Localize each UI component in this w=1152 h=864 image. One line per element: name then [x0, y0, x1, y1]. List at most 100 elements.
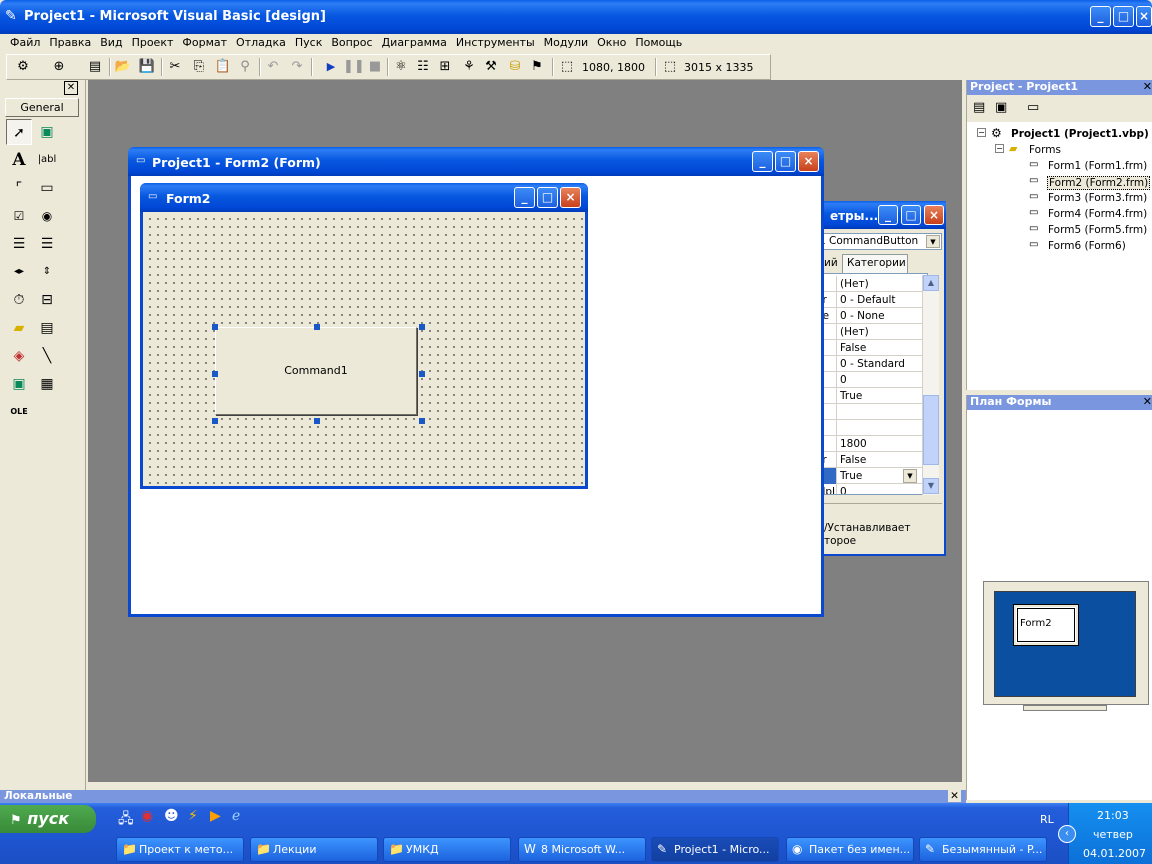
- resize-handle-s[interactable]: [314, 418, 320, 424]
- property-row[interactable]: (Нет): [815, 276, 925, 292]
- media-player-icon[interactable]: ▶: [210, 808, 221, 824]
- property-value[interactable]: False: [840, 452, 866, 468]
- toggle-folders-icon[interactable]: ▭: [1027, 100, 1039, 115]
- filelistbox-tool-icon[interactable]: ▤: [34, 315, 60, 341]
- listbox-tool-icon[interactable]: ☰: [34, 231, 60, 257]
- find-icon[interactable]: ⚲: [235, 57, 255, 77]
- property-row[interactable]: de0 - None: [815, 308, 925, 324]
- frame-tool-icon[interactable]: ⌜: [6, 175, 32, 201]
- combobox-tool-icon[interactable]: ☰: [6, 231, 32, 257]
- form2-close-button[interactable]: ×: [560, 187, 581, 208]
- cut-icon[interactable]: ✂: [165, 57, 185, 77]
- property-value[interactable]: 1800: [840, 436, 867, 452]
- redo-icon[interactable]: ↷: [287, 57, 307, 77]
- tree-form-item[interactable]: Form2 (Form2.frm): [1047, 176, 1151, 190]
- picturebox-tool-icon[interactable]: ▣: [34, 119, 60, 145]
- menu-item-11[interactable]: Окно: [597, 36, 626, 49]
- project-root[interactable]: Project1 (Project1.vbp): [1011, 128, 1149, 140]
- flash-icon[interactable]: ⚡: [188, 808, 198, 824]
- tree-form-item[interactable]: Form1 (Form1.frm): [1048, 160, 1147, 172]
- drivelistbox-tool-icon[interactable]: ⊟: [34, 287, 60, 313]
- property-row[interactable]: True: [815, 388, 925, 404]
- property-row[interactable]: (Нет): [815, 324, 925, 340]
- menu-item-8[interactable]: Диаграмма: [382, 36, 447, 49]
- property-value[interactable]: (Нет): [840, 276, 869, 292]
- menu-item-10[interactable]: Модули: [544, 36, 589, 49]
- close-button[interactable]: ×: [1136, 6, 1152, 27]
- run-icon[interactable]: ▶: [321, 57, 341, 77]
- ie-icon[interactable]: ℯ: [232, 808, 240, 824]
- property-row[interactable]: False: [815, 340, 925, 356]
- minimize-button[interactable]: _: [1090, 6, 1111, 27]
- property-row[interactable]: [815, 420, 925, 436]
- properties-maximize-button[interactable]: □: [901, 205, 921, 225]
- view-object-icon[interactable]: ▣: [995, 100, 1007, 115]
- form-layout-icon[interactable]: ⊞: [435, 57, 455, 77]
- resize-handle-w[interactable]: [212, 371, 218, 377]
- menu-item-1[interactable]: Правка: [49, 36, 91, 49]
- property-value[interactable]: 0: [840, 372, 847, 388]
- resize-handle-se[interactable]: [419, 418, 425, 424]
- properties-scrollbar[interactable]: ▲ ▼: [922, 275, 939, 495]
- properties-window-icon[interactable]: ☷: [413, 57, 433, 77]
- shape-tool-icon[interactable]: ◈: [6, 343, 32, 369]
- menu-item-2[interactable]: Вид: [100, 36, 122, 49]
- properties-close-button[interactable]: ×: [924, 205, 944, 225]
- resize-handle-n[interactable]: [314, 324, 320, 330]
- view-code-icon[interactable]: ▤: [973, 100, 985, 115]
- data-view-icon[interactable]: ⛁: [505, 57, 525, 77]
- form-layout-close-icon[interactable]: ✕: [1143, 395, 1152, 409]
- command1-button[interactable]: Command1: [215, 327, 417, 415]
- resize-handle-nw[interactable]: [212, 324, 218, 330]
- object-selector[interactable]: 1 CommandButton ▼: [814, 233, 942, 250]
- designer-close-button[interactable]: ×: [798, 151, 819, 172]
- add-project-icon[interactable]: ⚙: [13, 57, 33, 77]
- tab-categorized[interactable]: Категории: [842, 254, 908, 273]
- resize-handle-ne[interactable]: [419, 324, 425, 330]
- pointer-tool-icon[interactable]: ➚: [6, 119, 32, 145]
- menu-item-12[interactable]: Помощь: [635, 36, 682, 49]
- project-explorer-icon[interactable]: ⚛: [391, 57, 411, 77]
- toolbox-tab-general[interactable]: General: [5, 98, 79, 117]
- taskbar-button[interactable]: ✎ Безымянный - P...: [919, 837, 1047, 862]
- property-value[interactable]: 0 - Default: [840, 292, 896, 308]
- property-row[interactable]: 0: [815, 372, 925, 388]
- form2-minimize-button[interactable]: _: [514, 187, 535, 208]
- property-value[interactable]: (Нет): [840, 324, 869, 340]
- stop-icon[interactable]: ■: [365, 57, 385, 77]
- timer-tool-icon[interactable]: ⏱: [6, 287, 32, 313]
- scroll-down-icon[interactable]: ▼: [923, 478, 939, 494]
- taskbar-button[interactable]: 📁 Проект к мето...: [116, 837, 244, 862]
- tray-expand-icon[interactable]: ‹: [1058, 825, 1076, 843]
- menu-item-0[interactable]: Файл: [10, 36, 40, 49]
- property-row[interactable]: 0 - Standard: [815, 356, 925, 372]
- undo-icon[interactable]: ↶: [263, 57, 283, 77]
- taskbar-button[interactable]: 📁 УМКД: [383, 837, 511, 862]
- dirlistbox-tool-icon[interactable]: ▰: [6, 315, 32, 341]
- hscrollbar-tool-icon[interactable]: ◂▸: [6, 259, 32, 285]
- image-tool-icon[interactable]: ▣: [6, 371, 32, 397]
- property-value[interactable]: True: [840, 388, 862, 404]
- property-value[interactable]: True: [840, 468, 862, 484]
- taskbar-button[interactable]: W 8 Microsoft W...: [518, 837, 646, 862]
- component-manager-icon[interactable]: ⚑: [527, 57, 547, 77]
- tree-form-item[interactable]: Form3 (Form3.frm): [1048, 192, 1147, 204]
- designer-maximize-button[interactable]: □: [775, 151, 796, 172]
- designer-minimize-button[interactable]: _: [752, 151, 773, 172]
- tree-form-item[interactable]: Form6 (Form6): [1048, 240, 1126, 252]
- resize-handle-e[interactable]: [419, 371, 425, 377]
- toolbox-close-icon[interactable]: ✕: [64, 81, 78, 95]
- form2-maximize-button[interactable]: □: [537, 187, 558, 208]
- property-row[interactable]: 1800: [815, 436, 925, 452]
- object-browser-icon[interactable]: ⚘: [459, 57, 479, 77]
- line-tool-icon[interactable]: ╲: [34, 343, 60, 369]
- commandbutton-tool-icon[interactable]: ▭: [34, 175, 60, 201]
- properties-minimize-button[interactable]: _: [878, 205, 898, 225]
- taskbar-button[interactable]: ◉ Пакет без имен...: [786, 837, 914, 862]
- tree-collapse-forms-icon[interactable]: −: [995, 144, 1004, 153]
- tree-form-item[interactable]: Form5 (Form5.frm): [1048, 224, 1147, 236]
- copy-icon[interactable]: ⎘: [189, 57, 209, 77]
- menu-item-3[interactable]: Проект: [132, 36, 174, 49]
- property-row[interactable]: orFalse: [815, 452, 925, 468]
- scroll-thumb[interactable]: [923, 395, 939, 465]
